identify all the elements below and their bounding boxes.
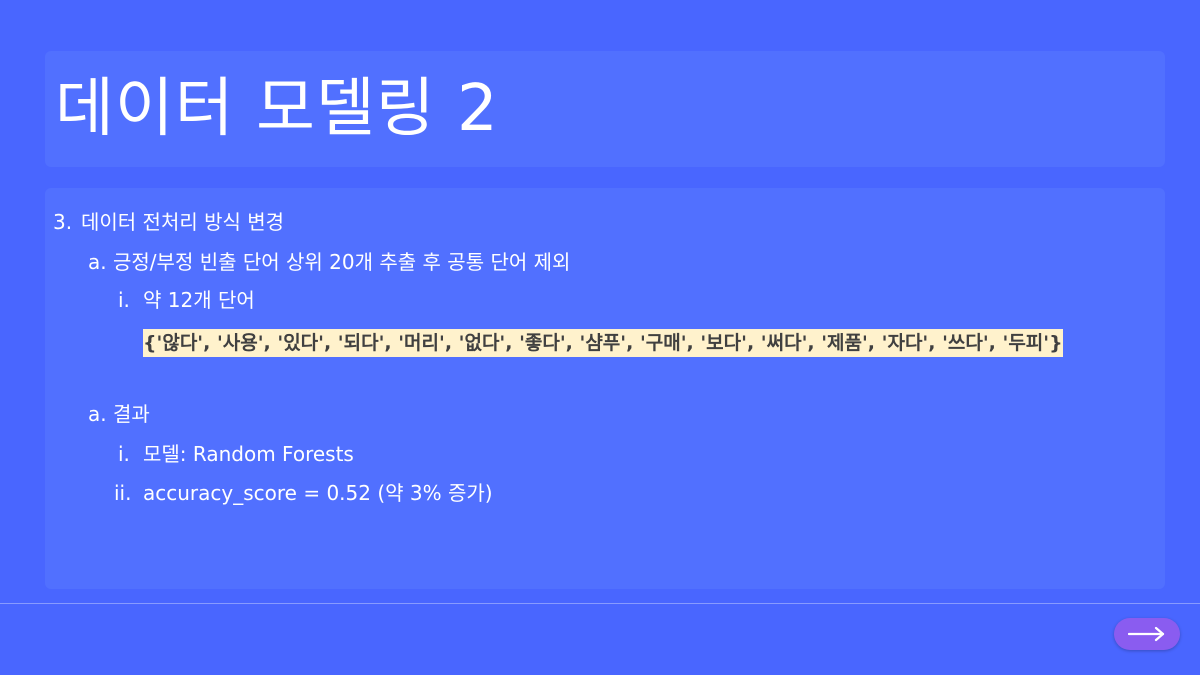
- list-marker: a.: [88, 250, 107, 274]
- slide-title: 데이터 모델링 2: [55, 72, 499, 146]
- list-item: 결과: [113, 402, 150, 426]
- content-panel: 3. 데이터 전처리 방식 변경 a. 긍정/부정 빈출 단어 상위 20개 추…: [45, 188, 1165, 589]
- footer-divider: [0, 603, 1200, 604]
- title-panel: 데이터 모델링 2: [45, 51, 1165, 167]
- list-marker: a.: [88, 402, 107, 426]
- highlighted-word-set: {'않다', '사용', '있다', '되다', '머리', '없다', '좋다…: [143, 324, 1155, 362]
- section-heading: 데이터 전처리 방식 변경: [81, 210, 285, 234]
- list-item: accuracy_score = 0.52 (약 3% 증가): [143, 481, 493, 505]
- list-marker: i.: [118, 442, 130, 466]
- section-number: 3.: [53, 210, 73, 234]
- list-item: 긍정/부정 빈출 단어 상위 20개 추출 후 공통 단어 제외: [113, 250, 571, 274]
- list-marker: ii.: [114, 481, 132, 505]
- list-item: 모델: Random Forests: [143, 442, 354, 466]
- list-item: 약 12개 단어: [143, 288, 255, 312]
- word-set-text: {'않다', '사용', '있다', '되다', '머리', '없다', '좋다…: [143, 329, 1063, 357]
- arrow-right-icon: [1128, 626, 1165, 642]
- list-marker: i.: [118, 288, 130, 312]
- next-slide-button[interactable]: [1114, 618, 1180, 650]
